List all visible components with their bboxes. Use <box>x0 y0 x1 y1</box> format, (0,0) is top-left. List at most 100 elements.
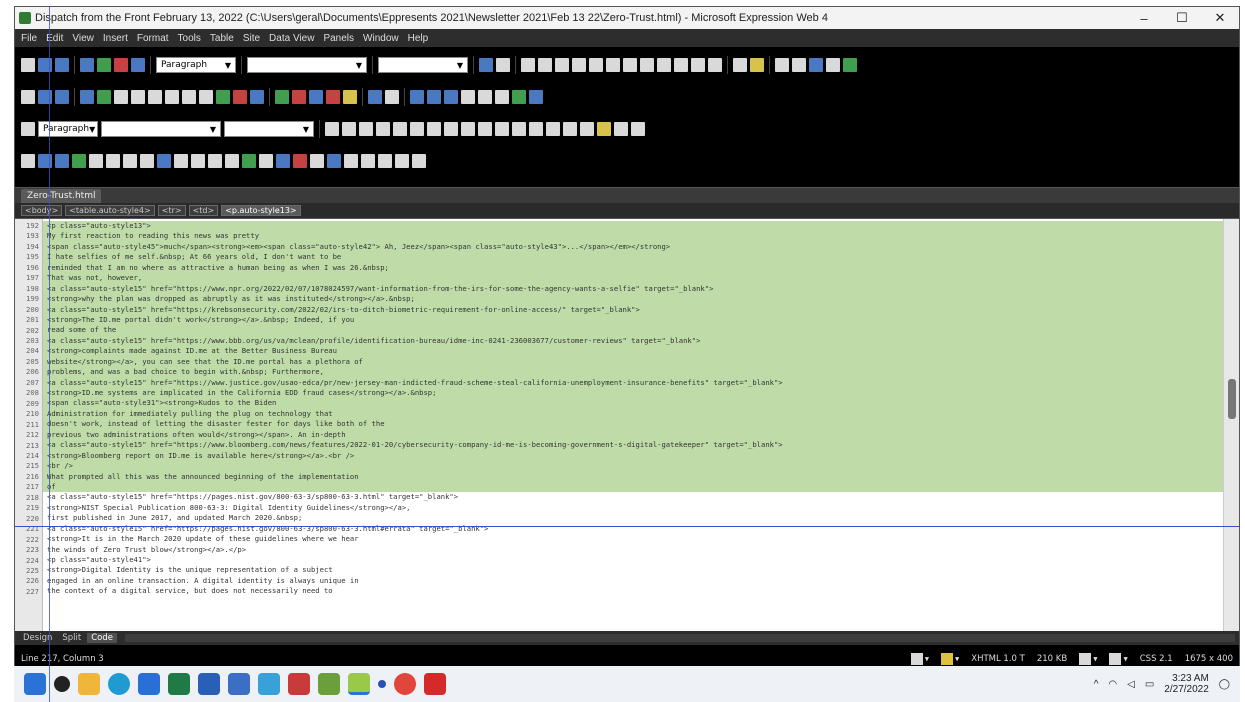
wifi-icon[interactable]: ◠ <box>1108 679 1117 690</box>
expression-web-taskbar-icon[interactable] <box>348 673 370 695</box>
dot-icon[interactable] <box>378 680 386 688</box>
toolbar-button-icon[interactable] <box>427 90 441 104</box>
toolbar-button-icon[interactable] <box>275 90 289 104</box>
toolbar-button-icon[interactable] <box>55 90 69 104</box>
code-line[interactable]: <strong>The ID.me portal didn't work</st… <box>43 314 1223 326</box>
toolbar-button-icon[interactable] <box>21 154 35 168</box>
css-schema-button[interactable]: ▾ <box>1109 653 1128 665</box>
code-line[interactable]: previous two administrations often would… <box>43 429 1223 441</box>
doctype-indicator[interactable]: XHTML 1.0 T <box>971 654 1025 664</box>
toolbar-button-icon[interactable] <box>775 58 789 72</box>
toolbar-button-icon[interactable] <box>657 58 671 72</box>
tag-selector-item[interactable]: <table.auto-style4> <box>65 205 155 216</box>
toolbar-button-icon[interactable] <box>461 90 475 104</box>
code-line[interactable]: <a class="auto-style15" href="https://ww… <box>43 283 1223 295</box>
volume-icon[interactable]: ◁ <box>1127 679 1135 690</box>
tag-selector-item[interactable]: <td> <box>188 205 219 216</box>
horizontal-scrollbar[interactable] <box>124 634 1235 642</box>
toolbar-button-icon[interactable] <box>733 58 747 72</box>
code-line[interactable]: <p class="auto-style41"> <box>43 555 1223 565</box>
store-icon[interactable] <box>138 673 160 695</box>
toolbar-button-icon[interactable] <box>427 122 441 136</box>
toolbar-button-icon[interactable] <box>589 58 603 72</box>
toolbar-button-icon[interactable] <box>631 122 645 136</box>
app-icon-1[interactable] <box>168 673 190 695</box>
code-line[interactable]: Administration for immediately pulling t… <box>43 408 1223 420</box>
file-explorer-icon[interactable] <box>78 673 100 695</box>
toolbar-button-icon[interactable] <box>376 122 390 136</box>
code-line[interactable]: doesn't work, instead of letting the dis… <box>43 419 1223 430</box>
menu-tools[interactable]: Tools <box>178 33 201 44</box>
toolbar-button-icon[interactable] <box>792 58 806 72</box>
toolbar-button-icon[interactable] <box>233 90 247 104</box>
toolbar-button-icon[interactable] <box>309 90 323 104</box>
toolbar-button-icon[interactable] <box>640 58 654 72</box>
toolbar-button-icon[interactable] <box>80 58 94 72</box>
menu-view[interactable]: View <box>72 33 94 44</box>
code-line[interactable]: first published in June 2017, and update… <box>43 513 1223 523</box>
toolbar-button-icon[interactable] <box>89 154 103 168</box>
start-icon[interactable] <box>24 673 46 695</box>
maximize-button[interactable]: ☐ <box>1163 10 1201 26</box>
toolbar-button-icon[interactable] <box>97 90 111 104</box>
tag-selector-item[interactable]: <tr> <box>157 205 186 216</box>
font-size-select[interactable]: ▼ <box>378 57 468 73</box>
search-icon[interactable] <box>54 676 70 692</box>
toolbar-button-icon[interactable] <box>191 154 205 168</box>
toolbar-button-icon[interactable] <box>809 58 823 72</box>
font-family-select[interactable]: ▼ <box>101 121 221 137</box>
menu-insert[interactable]: Insert <box>103 33 128 44</box>
minimize-button[interactable]: – <box>1125 11 1163 26</box>
toolbar-button-icon[interactable] <box>378 154 392 168</box>
toolbar-button-icon[interactable] <box>325 122 339 136</box>
code-line[interactable]: <a class="auto-style15" href="https://ww… <box>43 335 1223 347</box>
toolbar-button-icon[interactable] <box>216 90 230 104</box>
toolbar-button-icon[interactable] <box>359 122 373 136</box>
toolbar-button-icon[interactable] <box>225 154 239 168</box>
code-line[interactable]: website</strong></a>, you can see that t… <box>43 356 1223 368</box>
toolbar-button-icon[interactable] <box>478 122 492 136</box>
toolbar-button-icon[interactable] <box>708 58 722 72</box>
toolbar-button-icon[interactable] <box>546 122 560 136</box>
schema-button[interactable]: ▾ <box>1079 653 1097 665</box>
app-icon-3[interactable] <box>228 673 250 695</box>
menu-format[interactable]: Format <box>137 33 169 44</box>
toolbar-button-icon[interactable] <box>750 58 764 72</box>
toolbar-button-icon[interactable] <box>674 58 688 72</box>
toolbar-button-icon[interactable] <box>140 154 154 168</box>
menu-site[interactable]: Site <box>243 33 260 44</box>
tag-selector-item[interactable]: <p.auto-style13> <box>221 205 301 216</box>
paragraph-select[interactable]: Paragraph ▼ <box>38 121 98 137</box>
toolbar-button-icon[interactable] <box>385 90 399 104</box>
toolbar-button-icon[interactable] <box>843 58 857 72</box>
code-line[interactable]: I hate selfies of me self.&nbsp; At 66 y… <box>43 252 1223 263</box>
menu-panels[interactable]: Panels <box>323 33 354 44</box>
toolbar-button-icon[interactable] <box>479 58 493 72</box>
toolbar-button-icon[interactable] <box>529 122 543 136</box>
code-line[interactable]: reminded that I am no where as attractiv… <box>43 262 1223 274</box>
tray-chevron-icon[interactable]: ^ <box>1094 679 1099 690</box>
code-line[interactable]: the winds of Zero Trust blow</strong></a… <box>43 545 1223 555</box>
toolbar-button-icon[interactable] <box>131 58 145 72</box>
toolbar-button-icon[interactable] <box>242 154 256 168</box>
toolbar-button-icon[interactable] <box>444 122 458 136</box>
tag-selector-item[interactable]: <body> <box>21 205 63 216</box>
toolbar-button-icon[interactable] <box>182 90 196 104</box>
toolbar-button-icon[interactable] <box>326 90 340 104</box>
code-line[interactable]: of <box>43 481 1223 493</box>
toolbar-button-icon[interactable] <box>521 58 535 72</box>
code-line[interactable]: the context of a digital service, but do… <box>43 586 1223 596</box>
toolbar-button-icon[interactable] <box>395 154 409 168</box>
visual-aids-button[interactable]: ▾ <box>910 653 929 665</box>
toolbar-button-icon[interactable] <box>174 154 188 168</box>
toolbar-button-icon[interactable] <box>614 122 628 136</box>
size-select[interactable]: ▼ <box>224 121 314 137</box>
view-tab-design[interactable]: Design <box>19 633 56 643</box>
toolbar-button-icon[interactable] <box>55 154 69 168</box>
toolbar-button-icon[interactable] <box>412 154 426 168</box>
code-line[interactable]: <span class="auto-style45">much</span><s… <box>43 241 1223 253</box>
toolbar-button-icon[interactable] <box>165 90 179 104</box>
toolbar-button-icon[interactable] <box>572 58 586 72</box>
app-icon-5[interactable] <box>288 673 310 695</box>
view-tab-split[interactable]: Split <box>58 633 85 643</box>
